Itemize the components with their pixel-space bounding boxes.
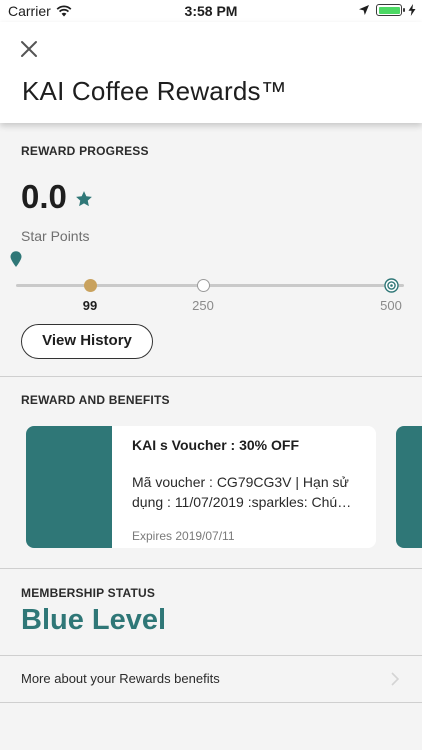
star-points-label: Star Points [21,228,90,244]
points-value: 0.0 [21,178,67,215]
voucher-expiry: Expires 2019/07/11 [132,529,235,543]
charging-bolt-icon [408,4,416,16]
membership-heading: MEMBERSHIP STATUS [21,586,156,600]
rewards-benefits-link[interactable]: More about your Rewards benefits [0,656,422,702]
view-history-button[interactable]: View History [21,324,153,359]
section-divider [0,568,422,569]
status-icons [358,4,416,16]
milestone-label-250: 250 [192,298,214,313]
target-icon [384,278,399,293]
voucher-description: Mã voucher : CG79CG3V | Hạn sử dụng : 11… [132,474,352,510]
location-arrow-icon [359,5,369,15]
battery-icon [376,4,405,16]
voucher-title: KAI s Voucher : 30% OFF [132,437,299,453]
header: KAI Coffee Rewards™ [0,22,422,123]
rewards-benefits-link-label: More about your Rewards benefits [21,671,220,686]
milestone-dot-99 [84,279,97,292]
star-icon [76,191,92,207]
milestone-label-500: 500 [380,298,402,313]
next-voucher-card[interactable] [396,426,422,548]
rewards-heading: REWARD AND BENEFITS [21,393,170,407]
milestone-label-99: 99 [82,298,98,313]
reward-progress-heading: REWARD PROGRESS [21,144,149,158]
close-icon[interactable] [18,38,40,60]
membership-level: Blue Level [21,604,167,636]
chevron-right-icon [391,672,400,686]
section-divider [0,702,422,703]
map-pin-icon [10,251,22,267]
section-divider [0,376,422,377]
voucher-card[interactable]: KAI s Voucher : 30% OFF Mã voucher : CG7… [26,426,376,548]
status-bar: Carrier 3:58 PM [0,0,422,22]
voucher-card-image [26,426,112,548]
next-voucher-card-image [396,426,422,548]
page-title: KAI Coffee Rewards™ [22,76,287,106]
progress-track [16,284,404,287]
milestone-dot-250 [197,279,210,292]
